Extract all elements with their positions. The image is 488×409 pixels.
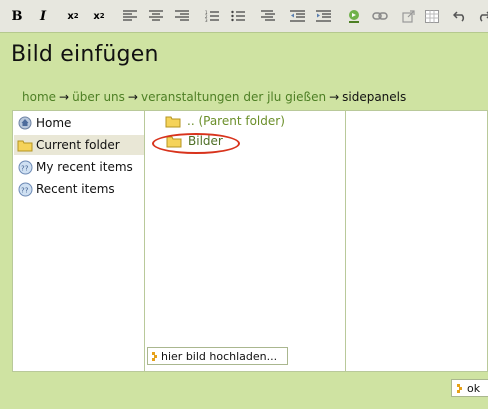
italic-button[interactable]: I [33,6,53,26]
nav-item-label: Recent items [36,182,115,196]
breadcrumb: home → über uns → veranstaltungen der jlu gi… [22,90,406,104]
file-browser: Home Current folder ?? My recent items ?… [12,110,488,372]
breadcrumb-separator: → [329,90,340,104]
indent-icon[interactable] [313,6,333,26]
nav-item-my-recent-items[interactable]: ?? My recent items [14,157,144,177]
upload-image-label: hier bild hochladen... [161,349,278,363]
breadcrumb-ueber-uns[interactable]: über uns [72,90,125,104]
nav-item-current-folder[interactable]: Current folder [14,135,144,155]
nav-item-label: Current folder [36,138,120,152]
italic-label: I [39,8,47,24]
folder-icon [165,114,182,128]
external-link-icon[interactable] [398,6,418,26]
table-icon[interactable] [422,6,442,26]
nav-item-label: Home [36,116,72,130]
superscript-button[interactable]: x2 [89,6,109,26]
folder-icon [17,137,33,153]
preview-column [347,111,487,371]
link-icon[interactable] [370,6,390,26]
editor-toolbar: B I x2 x2 123 [0,0,488,33]
highlight-ellipse [152,133,240,154]
bullet-list-icon[interactable] [228,6,248,26]
bullet-arrow-icon [152,351,158,361]
breadcrumb-separator: → [127,90,138,104]
subscript-button[interactable]: x2 [63,6,83,26]
bold-button[interactable]: B [7,6,27,26]
parent-folder-item[interactable]: .. (Parent folder) [165,112,285,130]
ok-button[interactable]: ok [451,379,488,397]
align-left-icon[interactable] [120,6,140,26]
svg-text:??: ?? [21,164,29,172]
ok-label: ok [467,381,481,395]
redo-icon[interactable] [474,6,488,26]
breadcrumb-home[interactable]: home [22,90,56,104]
bold-label: B [11,8,23,24]
breadcrumb-current: sidepanels [342,90,407,104]
superscript-mark: 2 [99,12,105,20]
nav-item-recent-items[interactable]: ?? Recent items [14,179,144,199]
home-icon [17,115,33,131]
nav-item-label: My recent items [36,160,133,174]
outdent-icon[interactable] [287,6,307,26]
insert-image-icon[interactable] [344,6,364,26]
recent-icon: ?? [17,181,33,197]
svg-text:??: ?? [21,186,29,194]
breadcrumb-veranstaltungen[interactable]: veranstaltungen der jlu gießen [141,90,326,104]
recent-icon: ?? [17,159,33,175]
bullet-arrow-icon [457,383,463,393]
upload-image-button[interactable]: hier bild hochladen... [147,347,288,365]
numbered-list-icon[interactable]: 123 [202,6,222,26]
nav-item-home[interactable]: Home [14,113,144,133]
undo-icon[interactable] [450,6,470,26]
svg-text:3: 3 [205,18,208,23]
align-center-icon[interactable] [146,6,166,26]
subscript-mark: 2 [73,12,79,20]
dialog-title: Bild einfügen [11,42,159,67]
align-right-icon[interactable] [172,6,192,26]
breadcrumb-separator: → [59,90,70,104]
navigation-column: Home Current folder ?? My recent items ?… [13,111,145,371]
parent-folder-label: .. (Parent folder) [187,114,285,128]
definition-list-icon[interactable] [258,6,278,26]
folder-column: .. (Parent folder) Bilder hier bild hoch… [145,111,346,371]
